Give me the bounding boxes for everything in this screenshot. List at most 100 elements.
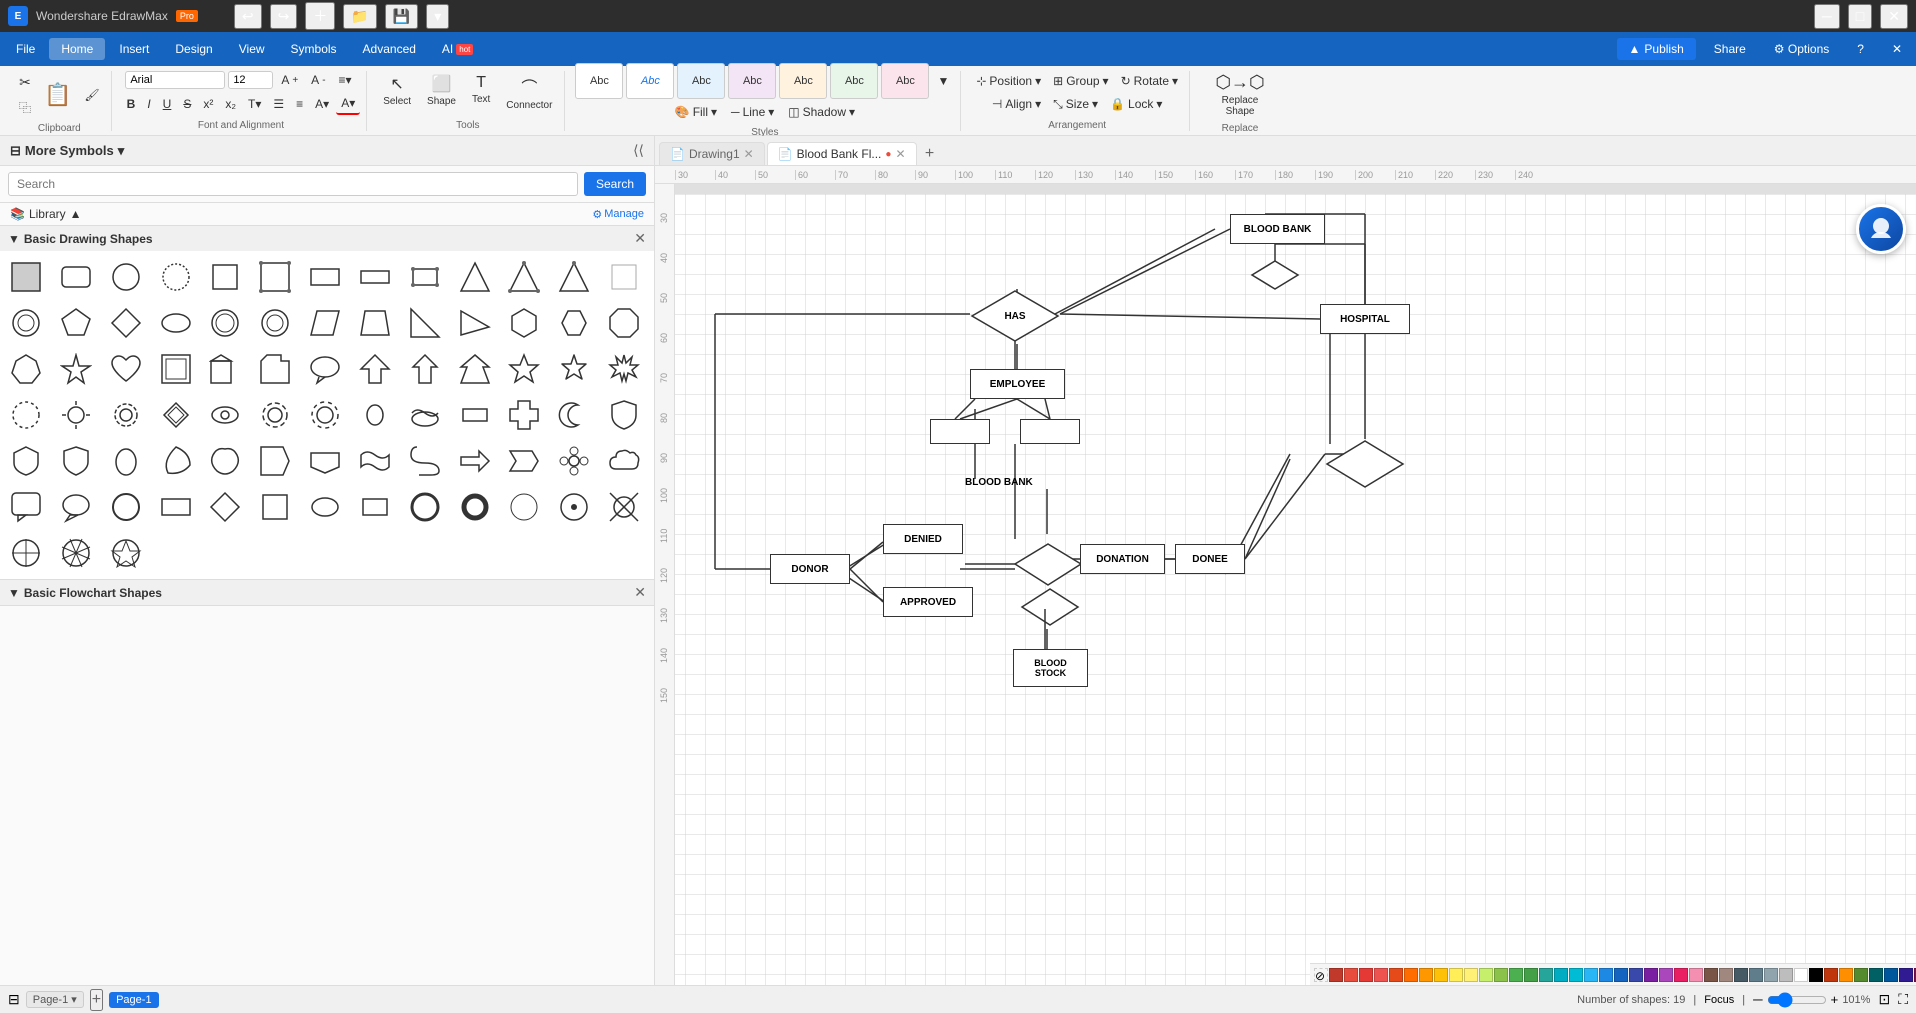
color-ext4[interactable]: [1869, 968, 1883, 982]
color-pink2[interactable]: [1689, 968, 1703, 982]
redo-button[interactable]: ↪: [270, 4, 298, 29]
shape-rect-outline[interactable]: [353, 485, 397, 529]
shape-egg[interactable]: [104, 439, 148, 483]
shape-rect-rounded[interactable]: [54, 255, 98, 299]
shape-tab[interactable]: [253, 347, 297, 391]
color-ext5[interactable]: [1884, 968, 1898, 982]
color-teal[interactable]: [1539, 968, 1553, 982]
color-white[interactable]: [1794, 968, 1808, 982]
search-button[interactable]: Search: [584, 172, 646, 196]
style-swatch-2[interactable]: Abc: [626, 63, 674, 99]
shape-octagon[interactable]: [602, 301, 646, 345]
shape-flower[interactable]: [552, 439, 596, 483]
shape-rect-dots[interactable]: [403, 255, 447, 299]
tab-close-drawing1[interactable]: ✕: [744, 147, 754, 161]
align-button[interactable]: ≡▾: [334, 70, 357, 90]
size-button[interactable]: ⤡ Size ▾: [1048, 94, 1103, 115]
shape-eye[interactable]: [203, 393, 247, 437]
shape-placeholder-13[interactable]: [602, 255, 646, 299]
shape-arrow-right[interactable]: [453, 439, 497, 483]
menu-file[interactable]: File: [4, 38, 47, 60]
position-button[interactable]: ⊹ Position ▾: [971, 71, 1046, 91]
color-dark1[interactable]: [1329, 968, 1343, 982]
color-grey-dark[interactable]: [1734, 968, 1748, 982]
shape-shield2[interactable]: [4, 439, 48, 483]
shape-arrow-up[interactable]: [353, 347, 397, 391]
shape-hexagon[interactable]: [502, 301, 546, 345]
style-swatch-7[interactable]: Abc: [881, 63, 929, 99]
shape-aperture2[interactable]: [104, 531, 148, 575]
minimize-app-button[interactable]: ✕: [1882, 38, 1912, 60]
shape-wave2[interactable]: [353, 439, 397, 483]
color-grey2[interactable]: [1764, 968, 1778, 982]
decrease-font-button[interactable]: A-: [306, 70, 330, 90]
open-button[interactable]: 📁: [343, 4, 376, 29]
shape-shield3[interactable]: [54, 439, 98, 483]
toggle-sidebar-button[interactable]: ⊟: [8, 991, 20, 1008]
claudebot-avatar[interactable]: [1856, 204, 1906, 254]
superscript-button[interactable]: x²: [198, 94, 218, 114]
more-button[interactable]: ▾: [426, 4, 449, 29]
maximize-button[interactable]: □: [1848, 4, 1872, 29]
shape-triangle-up[interactable]: [453, 255, 497, 299]
shape-square-filled[interactable]: [4, 255, 48, 299]
menu-home[interactable]: Home: [49, 38, 105, 60]
color-cyan[interactable]: [1554, 968, 1568, 982]
add-page-button[interactable]: +: [90, 989, 103, 1011]
shape-donee[interactable]: DONEE: [1175, 544, 1245, 574]
shape-starburst[interactable]: [602, 347, 646, 391]
style-swatch-5[interactable]: Abc: [779, 63, 827, 99]
menu-ai[interactable]: AI hot: [430, 38, 485, 60]
search-input[interactable]: [8, 172, 578, 196]
shape-rect-thin[interactable]: [154, 485, 198, 529]
shape-cloud[interactable]: [602, 439, 646, 483]
color-orange2[interactable]: [1419, 968, 1433, 982]
shadow-button[interactable]: ◫ Shadow ▾: [783, 102, 860, 122]
bullet-list-button[interactable]: ≡: [291, 94, 308, 114]
color-cyan2[interactable]: [1569, 968, 1583, 982]
shape-speech-bubble2[interactable]: [54, 485, 98, 529]
shape-dot-circle[interactable]: [552, 485, 596, 529]
shape-has[interactable]: HAS: [970, 289, 1060, 344]
shape-right-triangle[interactable]: [403, 301, 447, 345]
shape-callout[interactable]: [303, 347, 347, 391]
shape-circle-outline[interactable]: [104, 485, 148, 529]
zoom-slider[interactable]: [1767, 992, 1827, 1008]
shape-circle[interactable]: [104, 255, 148, 299]
shape-ellipse[interactable]: [154, 301, 198, 345]
diagram-canvas[interactable]: BLOOD BANK HOSPITAL HAS: [665, 194, 1916, 985]
shape-button[interactable]: ⬜ Shape: [421, 70, 462, 115]
shape-pentagon[interactable]: [54, 301, 98, 345]
shape-parallelogram[interactable]: [303, 301, 347, 345]
bold-button[interactable]: B: [122, 94, 141, 114]
shape-triangle-dots[interactable]: [502, 255, 546, 299]
text-tool-button[interactable]: T Text: [466, 70, 496, 115]
shape-diamond-right[interactable]: [1325, 439, 1405, 489]
paste-button[interactable]: 📋: [40, 78, 75, 112]
color-purple[interactable]: [1644, 968, 1658, 982]
shape-gear[interactable]: [104, 393, 148, 437]
shape-diamond-top[interactable]: [1250, 259, 1300, 291]
shape-rect-wide[interactable]: [353, 255, 397, 299]
replace-shape-button[interactable]: ⬡→⬡ Replace Shape: [1200, 68, 1280, 118]
shape-arrow-thin[interactable]: [403, 347, 447, 391]
subscript-button[interactable]: x₂: [220, 94, 241, 114]
shape-employee[interactable]: EMPLOYEE: [970, 369, 1065, 399]
copy-button[interactable]: ⿻: [14, 96, 36, 119]
shape-square-thin[interactable]: [253, 485, 297, 529]
increase-font-button[interactable]: A+: [276, 70, 303, 90]
shape-rect-sm[interactable]: [453, 393, 497, 437]
lock-button[interactable]: 🔒 Lock ▾: [1105, 94, 1167, 115]
canvas-container[interactable]: 30 40 50 60 70 80 90 100 110 120 130 140…: [655, 184, 1916, 985]
font-color-button[interactable]: A▾: [336, 93, 360, 115]
shape-s-shape[interactable]: [403, 439, 447, 483]
color-blue-light[interactable]: [1584, 968, 1598, 982]
shape-star5[interactable]: [502, 347, 546, 391]
shape-diamond[interactable]: [104, 301, 148, 345]
group-button[interactable]: ⊞ Group ▾: [1048, 71, 1113, 91]
style-swatch-3[interactable]: Abc: [677, 63, 725, 99]
shape-ring2[interactable]: [453, 485, 497, 529]
shape-crosshair[interactable]: [4, 531, 48, 575]
color-green-light[interactable]: [1494, 968, 1508, 982]
shape-denied[interactable]: DENIED: [883, 524, 963, 554]
